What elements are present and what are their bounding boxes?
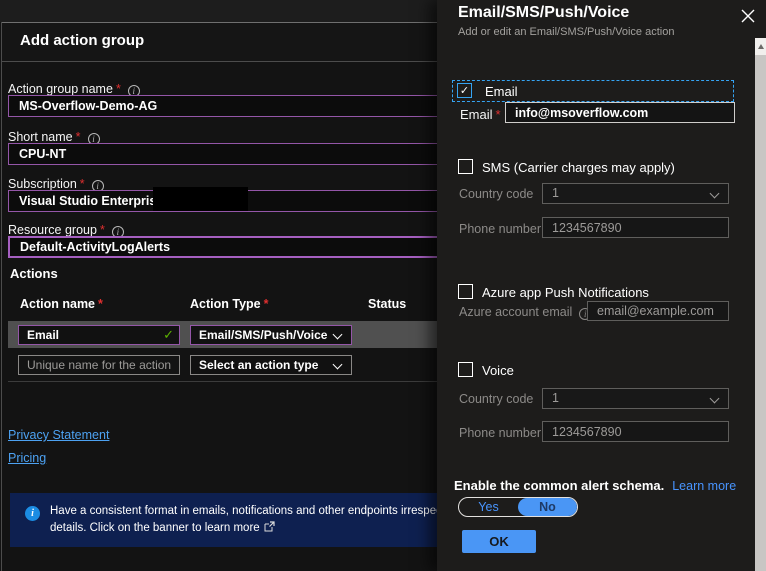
email-input[interactable] — [505, 102, 735, 123]
toggle-yes-option[interactable]: Yes — [459, 498, 518, 516]
common-alert-schema-label: Enable the common alert schema. — [454, 478, 664, 493]
panel-subtitle: Add or edit an Email/SMS/Push/Voice acti… — [458, 26, 674, 38]
scroll-up-button[interactable] — [755, 38, 766, 55]
email-checkbox-group[interactable]: ✓ Email — [452, 80, 734, 102]
voice-phone-label: Phone number — [459, 426, 541, 440]
required-marker: * — [98, 297, 103, 311]
push-checkbox-label: Azure app Push Notifications — [482, 285, 649, 300]
azure-account-email-label: Azure account email — [459, 305, 572, 319]
col-action-type: Action Type — [190, 297, 261, 311]
field-action-group-name: Action group name*i — [8, 82, 444, 97]
sms-phone-label: Phone number — [459, 222, 541, 236]
chevron-down-icon — [710, 394, 720, 404]
col-action-name: Action name — [20, 297, 95, 311]
resource-group-label: Resource group — [8, 223, 97, 237]
email-field-label: Email — [460, 107, 493, 122]
field-short-name: Short name*i — [8, 130, 444, 145]
learn-more-link[interactable]: Learn more — [672, 479, 736, 493]
azure-account-email-input[interactable] — [587, 301, 729, 321]
actions-section-title: Actions — [10, 266, 58, 281]
email-checkbox[interactable]: ✓ — [457, 83, 472, 98]
action-name-input-row1[interactable] — [18, 325, 180, 345]
banner-line2: details. Click on the banner to learn mo… — [50, 522, 260, 534]
external-link-icon — [264, 521, 275, 538]
short-name-label: Short name — [8, 130, 73, 144]
voice-phone-input[interactable] — [542, 421, 729, 442]
scroll-up-arrow-icon — [758, 44, 764, 49]
col-status: Status — [368, 297, 406, 311]
field-subscription: Subscription*i — [8, 177, 444, 192]
action-type-select-row1[interactable]: Email/SMS/Push/Voice — [190, 325, 352, 345]
pricing-link[interactable]: Pricing — [8, 451, 46, 465]
voice-country-code-label: Country code — [459, 392, 533, 406]
resource-group-input[interactable] — [8, 236, 444, 258]
voice-checkbox-label: Voice — [482, 363, 514, 378]
azure-portal-root: Add action group Action group name*i Sho… — [0, 0, 766, 571]
field-resource-group: Resource group*i — [8, 223, 444, 238]
sms-checkbox-label: SMS (Carrier charges may apply) — [482, 160, 675, 175]
voice-country-code-select[interactable]: 1 — [542, 388, 729, 409]
banner-line1: Have a consistent format in emails, noti… — [50, 503, 444, 520]
panel-scrollbar[interactable] — [755, 38, 766, 571]
toggle-no-option-selected[interactable]: No — [518, 498, 577, 516]
action-name-input-row2[interactable] — [18, 355, 180, 375]
subscription-label: Subscription — [8, 177, 77, 191]
short-name-input[interactable] — [8, 143, 444, 165]
sms-checkbox[interactable] — [458, 159, 473, 174]
required-marker: * — [76, 130, 81, 144]
close-icon[interactable] — [739, 7, 757, 25]
voice-checkbox[interactable] — [458, 362, 473, 377]
common-alert-schema-banner[interactable]: i Have a consistent format in emails, no… — [10, 493, 444, 547]
divider — [8, 381, 444, 382]
email-checkbox-label: Email — [485, 84, 518, 99]
sms-phone-input[interactable] — [542, 217, 729, 238]
panel-title: Email/SMS/Push/Voice — [458, 4, 629, 22]
action-group-name-label: Action group name — [8, 82, 113, 96]
blade-left-border — [1, 22, 2, 571]
page-title: Add action group — [20, 32, 144, 49]
required-marker: * — [264, 297, 269, 311]
required-marker: * — [116, 82, 121, 96]
privacy-statement-link[interactable]: Privacy Statement — [8, 428, 109, 442]
action-type-select-row2[interactable]: Select an action type — [190, 355, 352, 375]
email-sms-push-voice-panel: Email/SMS/Push/Voice Add or edit an Emai… — [437, 0, 766, 571]
valid-check-icon: ✓ — [163, 327, 174, 343]
required-marker: * — [496, 107, 501, 122]
common-alert-schema-toggle[interactable]: Yes No — [458, 497, 578, 517]
sms-country-code-select[interactable]: 1 — [542, 183, 729, 204]
chevron-down-icon — [333, 330, 343, 340]
action-group-name-input[interactable] — [8, 95, 444, 117]
chevron-down-icon — [710, 189, 720, 199]
redaction-overlay — [153, 187, 248, 211]
required-marker: * — [80, 177, 85, 191]
chevron-down-icon — [333, 360, 343, 370]
ok-button[interactable]: OK — [462, 530, 536, 553]
sms-country-code-label: Country code — [459, 187, 533, 201]
push-checkbox[interactable] — [458, 284, 473, 299]
info-icon: i — [25, 506, 40, 521]
required-marker: * — [100, 223, 105, 237]
